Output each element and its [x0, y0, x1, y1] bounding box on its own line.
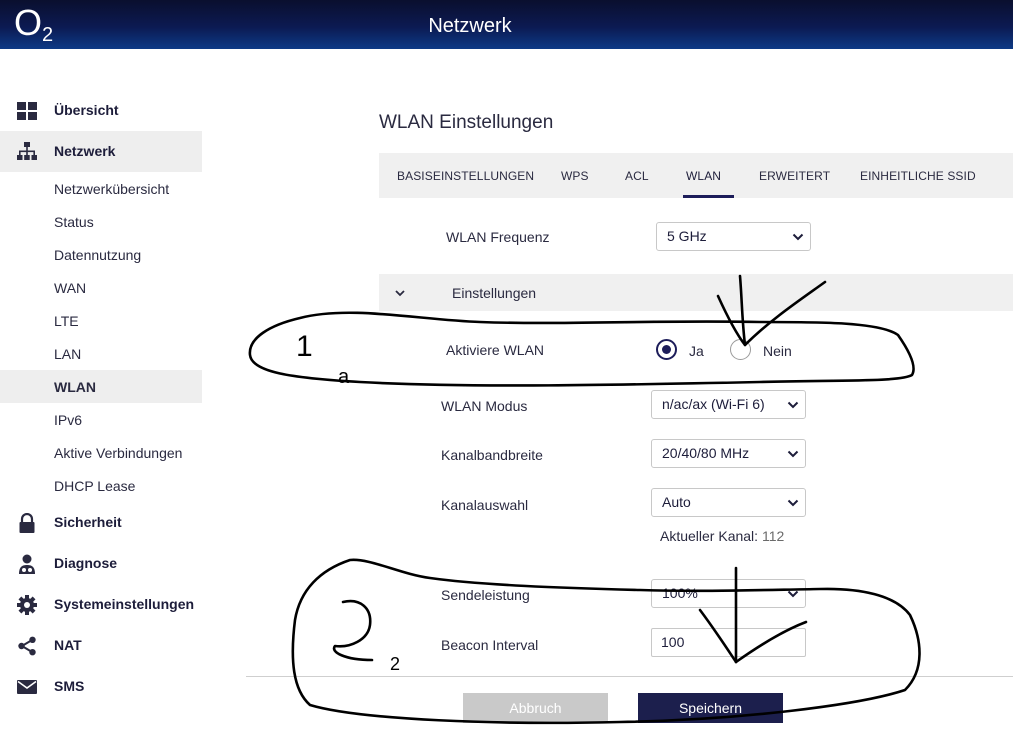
sidebar-item-lte[interactable]: LTE: [0, 304, 202, 337]
gear-icon: [17, 595, 37, 615]
beacon-input[interactable]: 100: [651, 628, 806, 657]
sidebar-item-dhcp-lease[interactable]: DHCP Lease: [0, 469, 202, 502]
frequency-label: WLAN Frequenz: [446, 229, 550, 245]
sidebar-item-lan[interactable]: LAN: [0, 337, 202, 370]
sidebar-item-label: Netzwerk: [54, 143, 116, 159]
sidebar-item-ipv6[interactable]: IPv6: [0, 403, 202, 436]
current-channel: Aktueller Kanal: 112: [660, 528, 784, 544]
sidebar-item-netzwerkuebersicht[interactable]: Netzwerkübersicht: [0, 172, 202, 205]
sidebar-item-label: Sicherheit: [54, 514, 122, 530]
current-channel-value: 112: [761, 528, 785, 544]
annotation-mark-1: 1: [296, 330, 313, 363]
header-title: Netzwerk: [428, 15, 512, 37]
lock-icon: [19, 513, 35, 533]
channel-select[interactable]: Auto: [651, 488, 806, 517]
sidebar-item-label: WAN: [54, 280, 87, 296]
sidebar-item-label: LTE: [54, 313, 79, 329]
sidebar-item-systemeinstellungen[interactable]: Systemeinstellungen: [0, 584, 202, 625]
tab-basiseinstellungen[interactable]: BASISEINSTELLUNGEN: [397, 153, 534, 198]
tx-power-label: Sendeleistung: [441, 587, 530, 603]
bandwidth-label: Kanalbandbreite: [441, 447, 543, 463]
annotation-mark-2: 2: [390, 654, 400, 674]
footer-divider: [246, 676, 1013, 677]
channel-select-label: Kanalauswahl: [441, 497, 529, 513]
chevron-down-icon: [395, 290, 405, 297]
tab-bar: BASISEINSTELLUNGEN WPS ACL WLAN ERWEITER…: [379, 153, 1013, 198]
tx-power-value: 100%: [662, 585, 698, 601]
sidebar-item-datennutzung[interactable]: Datennutzung: [0, 238, 202, 271]
bandwidth-value: 20/40/80 MHz: [662, 445, 750, 461]
tab-einheitliche-ssid[interactable]: EINHEITLICHE SSID: [860, 153, 976, 198]
sidebar-item-aktive-verbindungen[interactable]: Aktive Verbindungen: [0, 436, 202, 469]
sidebar-item-sicherheit[interactable]: Sicherheit: [0, 502, 202, 543]
sidebar-item-sms[interactable]: SMS: [0, 666, 202, 707]
settings-section-header[interactable]: Einstellungen: [379, 274, 1013, 311]
dashboard-icon: [17, 102, 37, 120]
sidebar-item-label: DHCP Lease: [54, 478, 136, 494]
sidebar-item-label: WLAN: [54, 379, 96, 395]
sidebar-item-wlan[interactable]: WLAN: [0, 370, 202, 403]
enable-wlan-no-label: Nein: [763, 343, 792, 359]
annotation-mark-1-suffix: a: [338, 366, 350, 388]
sidebar-item-netzwerk[interactable]: Netzwerk: [0, 131, 202, 172]
enable-wlan-yes-label: Ja: [689, 343, 704, 359]
tx-power-select[interactable]: 100%: [651, 579, 806, 608]
beacon-label: Beacon Interval: [441, 637, 539, 653]
page-title: WLAN Einstellungen: [379, 112, 554, 133]
cancel-button[interactable]: Abbruch: [463, 693, 608, 723]
sidebar-item-label: Diagnose: [54, 555, 118, 571]
sidebar-item-wan[interactable]: WAN: [0, 271, 202, 304]
enable-wlan-label: Aktiviere WLAN: [446, 342, 545, 358]
tab-acl[interactable]: ACL: [625, 153, 649, 198]
channel-select-value: Auto: [662, 494, 691, 510]
sidebar-item-status[interactable]: Status: [0, 205, 202, 238]
mode-value: n/ac/ax (Wi-Fi 6): [662, 396, 765, 412]
bandwidth-select[interactable]: 20/40/80 MHz: [651, 439, 806, 468]
tab-wlan[interactable]: WLAN: [682, 153, 735, 198]
network-icon: [17, 142, 37, 160]
save-button[interactable]: Speichern: [638, 693, 783, 723]
sidebar-item-label: Systemeinstellungen: [54, 596, 195, 612]
enable-wlan-yes-radio[interactable]: [656, 339, 677, 360]
enable-wlan-no-radio[interactable]: [730, 339, 751, 360]
sidebar-item-label: Übersicht: [54, 102, 119, 118]
tab-erweitert[interactable]: ERWEITERT: [759, 153, 830, 198]
mode-select[interactable]: n/ac/ax (Wi-Fi 6): [651, 390, 806, 419]
sidebar-item-label: IPv6: [54, 412, 83, 428]
mail-icon: [17, 680, 37, 694]
tab-wps[interactable]: WPS: [561, 153, 589, 198]
sidebar-item-uebersicht[interactable]: Übersicht: [0, 90, 202, 131]
sidebar-item-nat[interactable]: NAT: [0, 625, 202, 666]
chevron-down-icon: [787, 499, 799, 507]
sidebar-item-diagnose[interactable]: Diagnose: [0, 543, 202, 584]
frequency-select[interactable]: 5 GHz: [656, 222, 811, 251]
current-channel-label: Aktueller Kanal:: [660, 528, 759, 544]
doctor-icon: [19, 554, 35, 574]
chevron-down-icon: [787, 590, 799, 598]
sidebar-item-label: Aktive Verbindungen: [54, 445, 183, 461]
chevron-down-icon: [787, 450, 799, 458]
sidebar-item-label: SMS: [54, 678, 85, 694]
sidebar-item-label: NAT: [54, 637, 82, 653]
section-label: Einstellungen: [452, 285, 537, 301]
sidebar-item-label: LAN: [54, 346, 82, 362]
sidebar: Übersicht Netzwerk Netzwerkübersicht Sta…: [0, 90, 202, 707]
sidebar-item-label: Netzwerkübersicht: [54, 181, 170, 197]
top-header: O2 Netzwerk: [0, 0, 1013, 49]
frequency-value: 5 GHz: [667, 228, 707, 244]
share-icon: [18, 636, 36, 656]
chevron-down-icon: [792, 233, 804, 241]
sidebar-item-label: Status: [54, 214, 94, 230]
chevron-down-icon: [787, 401, 799, 409]
mode-label: WLAN Modus: [441, 398, 528, 414]
sidebar-item-label: Datennutzung: [54, 247, 142, 263]
